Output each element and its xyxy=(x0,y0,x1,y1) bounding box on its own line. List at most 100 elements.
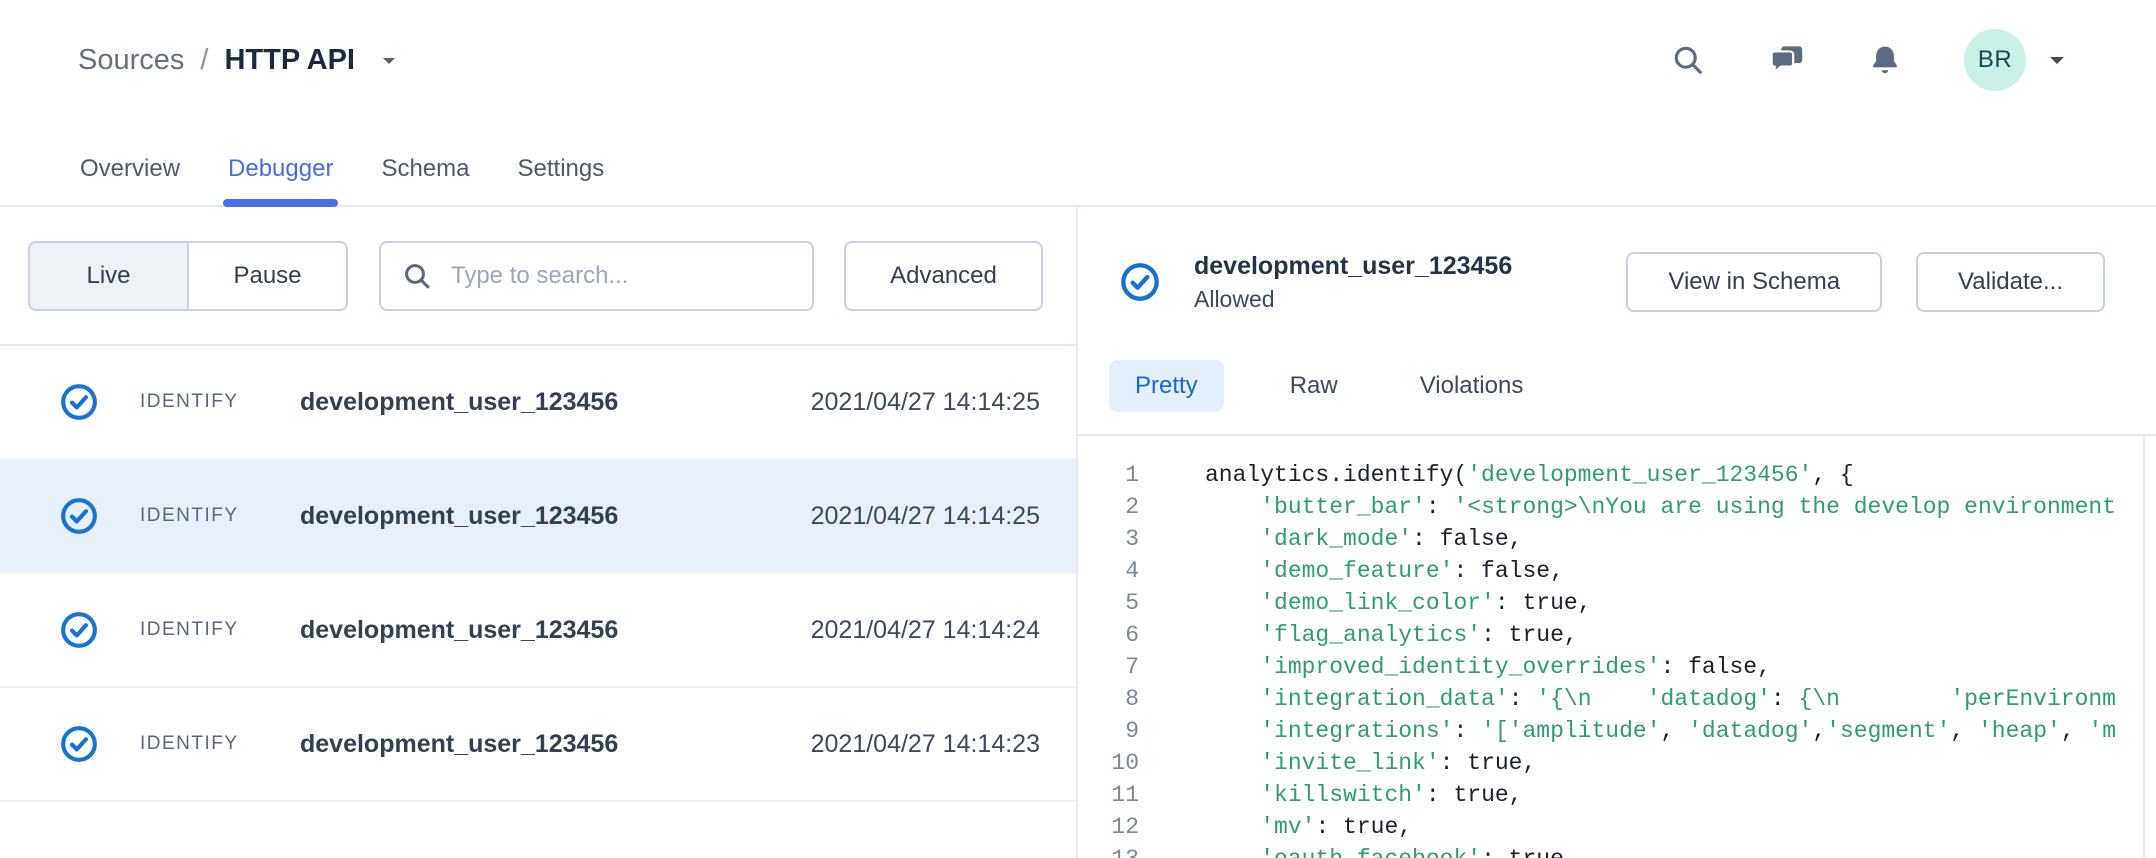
user-menu-caret-icon[interactable] xyxy=(2046,53,2068,68)
code-line: 3 'dark_mode': false, xyxy=(1078,523,2156,555)
line-number: 10 xyxy=(1078,747,1139,779)
app-header: Sources / HTTP API BR xyxy=(0,0,2156,207)
line-number: 5 xyxy=(1078,587,1139,619)
code-line: 2 'butter_bar': '<strong>\nYou are using… xyxy=(1078,491,2156,523)
event-timestamp: 2021/04/27 14:14:25 xyxy=(811,502,1040,531)
payload-view-tabs: Pretty Raw Violations xyxy=(1109,360,1539,412)
code-line: 10 'invite_link': true, xyxy=(1078,747,2156,779)
event-type: IDENTIFY xyxy=(140,505,300,527)
code-line: 9 'integrations': '['amplitude', 'datado… xyxy=(1078,715,2156,747)
tab-settings[interactable]: Settings xyxy=(518,155,605,205)
status-badge: Allowed xyxy=(1194,283,1512,315)
code-line: 12 'mv': true, xyxy=(1078,811,2156,843)
debugger-main: Live Pause Advanced IDENTIFY development… xyxy=(0,207,2156,858)
event-name: development_user_123456 xyxy=(300,388,811,417)
chat-icon[interactable] xyxy=(1768,41,1806,79)
event-timestamp: 2021/04/27 14:14:23 xyxy=(811,730,1040,759)
code-line: 8 'integration_data': '{\n 'datadog': {\… xyxy=(1078,683,2156,715)
avatar[interactable]: BR xyxy=(1964,29,2026,91)
code-line: 11 'killswitch': true, xyxy=(1078,779,2156,811)
event-type: IDENTIFY xyxy=(140,391,300,413)
view-in-schema-button[interactable]: View in Schema xyxy=(1626,252,1882,312)
event-row-selected[interactable]: IDENTIFY development_user_123456 2021/04… xyxy=(0,460,1076,574)
line-number: 9 xyxy=(1078,715,1139,747)
code-line: 13 'oauth_facebook': true, xyxy=(1078,843,2156,858)
event-name: development_user_123456 xyxy=(300,730,811,759)
line-number: 6 xyxy=(1078,619,1139,651)
code-line: 7 'improved_identity_overrides': false, xyxy=(1078,651,2156,683)
event-list-controls: Live Pause Advanced xyxy=(0,207,1076,346)
code-scrollbar-track[interactable] xyxy=(2143,436,2145,858)
search-input[interactable] xyxy=(451,262,792,290)
tab-overview[interactable]: Overview xyxy=(80,155,180,205)
code-text: 'demo_link_color': true, xyxy=(1139,587,1591,619)
line-number: 4 xyxy=(1078,555,1139,587)
header-actions: BR xyxy=(1670,28,2068,92)
check-circle-icon xyxy=(60,497,98,535)
event-list-panel: Live Pause Advanced IDENTIFY development… xyxy=(0,207,1078,858)
source-switcher-caret-icon[interactable] xyxy=(379,54,399,68)
breadcrumb-sources[interactable]: Sources xyxy=(78,44,184,77)
code-line: 6 'flag_analytics': true, xyxy=(1078,619,2156,651)
code-text: 'oauth_facebook': true, xyxy=(1139,843,1578,858)
event-timestamp: 2021/04/27 14:14:25 xyxy=(811,388,1040,417)
live-button[interactable]: Live xyxy=(30,243,187,309)
code-text: 'flag_analytics': true, xyxy=(1139,619,1578,651)
tab-pretty[interactable]: Pretty xyxy=(1109,360,1224,412)
code-text: 'dark_mode': false, xyxy=(1139,523,1522,555)
bell-icon[interactable] xyxy=(1868,43,1902,77)
event-detail-header: development_user_123456 Allowed View in … xyxy=(1120,244,2105,320)
line-number: 2 xyxy=(1078,491,1139,523)
check-circle-icon xyxy=(60,611,98,649)
user-menu[interactable]: BR xyxy=(1964,29,2068,91)
line-number: 7 xyxy=(1078,651,1139,683)
line-number: 13 xyxy=(1078,843,1139,858)
event-search[interactable] xyxy=(379,241,814,311)
line-number: 12 xyxy=(1078,811,1139,843)
code-line: 1analytics.identify('development_user_12… xyxy=(1078,459,2156,491)
code-line: 5 'demo_link_color': true, xyxy=(1078,587,2156,619)
search-input-icon xyxy=(401,260,433,292)
source-tabs: Overview Debugger Schema Settings xyxy=(80,155,604,205)
code-text: 'butter_bar': '<strong>\nYou are using t… xyxy=(1139,491,2116,523)
event-name: development_user_123456 xyxy=(300,616,811,645)
event-type: IDENTIFY xyxy=(140,619,300,641)
tab-schema[interactable]: Schema xyxy=(381,155,469,205)
event-detail-title: development_user_123456 xyxy=(1194,249,1512,283)
code-text: 'integrations': '['amplitude', 'datadog'… xyxy=(1139,715,2116,747)
code-text: 'mv': true, xyxy=(1139,811,1412,843)
tab-raw[interactable]: Raw xyxy=(1274,360,1354,412)
breadcrumb-current-source: HTTP API xyxy=(224,44,355,77)
event-row[interactable]: IDENTIFY development_user_123456 2021/04… xyxy=(0,346,1076,460)
breadcrumb-separator: / xyxy=(200,44,208,77)
check-circle-icon xyxy=(1120,262,1160,302)
line-number: 11 xyxy=(1078,779,1139,811)
code-line: 4 'demo_feature': false, xyxy=(1078,555,2156,587)
validate-button[interactable]: Validate... xyxy=(1916,252,2105,312)
event-row[interactable]: IDENTIFY development_user_123456 2021/04… xyxy=(0,574,1076,688)
code-text: 'improved_identity_overrides': false, xyxy=(1139,651,1771,683)
tab-violations[interactable]: Violations xyxy=(1404,360,1540,412)
code-text: 'invite_link': true, xyxy=(1139,747,1536,779)
search-icon[interactable] xyxy=(1670,42,1706,78)
code-text: 'demo_feature': false, xyxy=(1139,555,1564,587)
tab-debugger[interactable]: Debugger xyxy=(228,155,333,205)
check-circle-icon xyxy=(60,725,98,763)
check-circle-icon xyxy=(60,383,98,421)
advanced-button[interactable]: Advanced xyxy=(844,241,1043,311)
event-type: IDENTIFY xyxy=(140,733,300,755)
line-number: 3 xyxy=(1078,523,1139,555)
line-number: 8 xyxy=(1078,683,1139,715)
event-detail-panel: development_user_123456 Allowed View in … xyxy=(1078,207,2156,858)
live-pause-toggle: Live Pause xyxy=(28,241,348,311)
breadcrumb: Sources / HTTP API xyxy=(78,44,399,77)
code-block[interactable]: 1analytics.identify('development_user_12… xyxy=(1078,436,2156,858)
line-number: 1 xyxy=(1078,459,1139,491)
code-text: analytics.identify('development_user_123… xyxy=(1139,459,1854,491)
code-text: 'killswitch': true, xyxy=(1139,779,1522,811)
pause-button[interactable]: Pause xyxy=(187,243,346,309)
code-text: 'integration_data': '{\n 'datadog': {\n … xyxy=(1139,683,2116,715)
event-row[interactable]: IDENTIFY development_user_123456 2021/04… xyxy=(0,688,1076,802)
event-name: development_user_123456 xyxy=(300,502,811,531)
event-timestamp: 2021/04/27 14:14:24 xyxy=(811,616,1040,645)
